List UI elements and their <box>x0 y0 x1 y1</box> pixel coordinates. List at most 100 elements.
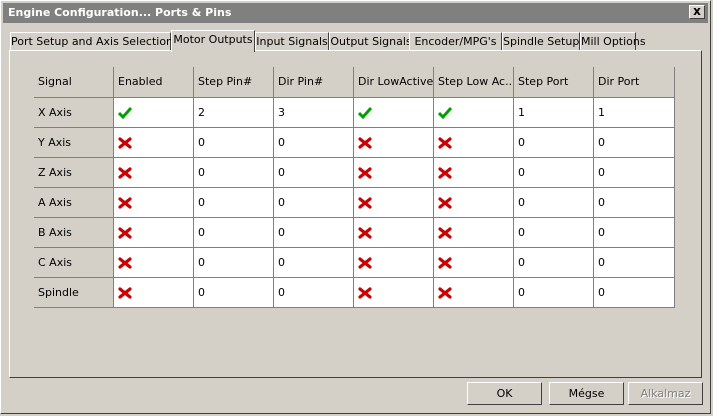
cell-step-pin[interactable]: 0 <box>194 248 274 278</box>
red-x-icon <box>438 191 452 209</box>
close-button[interactable]: x <box>689 5 705 19</box>
cell-dir-port[interactable]: 0 <box>594 218 675 248</box>
cell-step-low-active[interactable] <box>434 278 514 308</box>
row-signal-label: Z Axis <box>34 158 114 188</box>
tab-output-signals[interactable]: Output Signals <box>329 32 413 51</box>
ok-button[interactable]: OK <box>467 382 542 405</box>
red-x-icon <box>438 221 452 239</box>
cell-step-port[interactable]: 0 <box>514 188 594 218</box>
cell-step-low-active[interactable] <box>434 128 514 158</box>
cell-enabled[interactable] <box>114 98 194 128</box>
red-x-icon <box>118 281 132 299</box>
cell-dir-port[interactable]: 0 <box>594 128 675 158</box>
close-icon: x <box>693 4 701 18</box>
motor-outputs-table: Signal Enabled Step Pin# Dir Pin# Dir LowAct… <box>34 67 675 308</box>
cell-dir-pin[interactable]: 0 <box>274 158 354 188</box>
cell-enabled[interactable] <box>114 218 194 248</box>
cell-step-pin[interactable]: 0 <box>194 278 274 308</box>
column-header[interactable]: Step Low Ac... <box>434 67 514 98</box>
red-x-icon <box>118 191 132 209</box>
column-header[interactable]: Signal <box>34 67 114 98</box>
tab-motor-outputs[interactable]: Motor Outputs <box>171 30 255 52</box>
row-signal-label: X Axis <box>34 98 114 128</box>
cancel-button[interactable]: Mégse <box>549 382 624 405</box>
cell-enabled[interactable] <box>114 128 194 158</box>
tab-spindle-setup[interactable]: Spindle Setup <box>502 32 580 51</box>
cell-dir-pin[interactable]: 0 <box>274 218 354 248</box>
cell-dir-pin[interactable]: 0 <box>274 188 354 218</box>
column-header[interactable]: Enabled <box>114 67 194 98</box>
cell-dir-port[interactable]: 0 <box>594 278 675 308</box>
column-header[interactable]: Step Port <box>514 67 594 98</box>
cell-dir-port[interactable]: 0 <box>594 248 675 278</box>
cell-dir-low-active[interactable] <box>354 218 434 248</box>
cell-enabled[interactable] <box>114 158 194 188</box>
cell-dir-pin[interactable]: 0 <box>274 248 354 278</box>
cell-dir-low-active[interactable] <box>354 188 434 218</box>
row-signal-label: Y Axis <box>34 128 114 158</box>
cell-step-port[interactable]: 1 <box>514 98 594 128</box>
red-x-icon <box>118 251 132 269</box>
cell-dir-low-active[interactable] <box>354 98 434 128</box>
red-x-icon <box>438 131 452 149</box>
green-checkmark-icon <box>357 101 373 120</box>
tab-port-setup-and-axis-selection[interactable]: Port Setup and Axis Selection <box>10 32 173 51</box>
red-x-icon <box>358 281 372 299</box>
cell-step-low-active[interactable] <box>434 248 514 278</box>
cell-step-port[interactable]: 0 <box>514 218 594 248</box>
column-header[interactable]: Dir Pin# <box>274 67 354 98</box>
tab-input-signals[interactable]: Input Signals <box>255 32 329 51</box>
cell-dir-low-active[interactable] <box>354 128 434 158</box>
cell-step-port[interactable]: 0 <box>514 278 594 308</box>
red-x-icon <box>118 131 132 149</box>
cell-enabled[interactable] <box>114 188 194 218</box>
red-x-icon <box>358 131 372 149</box>
column-header[interactable]: Dir Port <box>594 67 675 98</box>
cell-enabled[interactable] <box>114 248 194 278</box>
red-x-icon <box>118 161 132 179</box>
cell-step-pin[interactable]: 2 <box>194 98 274 128</box>
cell-step-pin[interactable]: 0 <box>194 158 274 188</box>
window-title: Engine Configuration... Ports & Pins <box>8 6 232 19</box>
cell-dir-pin[interactable]: 0 <box>274 128 354 158</box>
row-signal-label: A Axis <box>34 188 114 218</box>
tab-encoder-mpg-s[interactable]: Encoder/MPG's <box>409 32 502 51</box>
cell-dir-pin[interactable]: 3 <box>274 98 354 128</box>
green-checkmark-icon <box>437 101 453 120</box>
red-x-icon <box>118 221 132 239</box>
cell-step-port[interactable]: 0 <box>514 158 594 188</box>
row-signal-label: C Axis <box>34 248 114 278</box>
cell-dir-pin[interactable]: 0 <box>274 278 354 308</box>
red-x-icon <box>358 221 372 239</box>
cell-step-low-active[interactable] <box>434 188 514 218</box>
cell-step-low-active[interactable] <box>434 218 514 248</box>
cell-step-pin[interactable]: 0 <box>194 188 274 218</box>
red-x-icon <box>358 161 372 179</box>
red-x-icon <box>438 251 452 269</box>
cell-step-pin[interactable]: 0 <box>194 218 274 248</box>
cell-step-port[interactable]: 0 <box>514 128 594 158</box>
cell-dir-port[interactable]: 0 <box>594 188 675 218</box>
row-signal-label: Spindle <box>34 278 114 308</box>
red-x-icon <box>438 281 452 299</box>
cell-dir-low-active[interactable] <box>354 278 434 308</box>
cell-dir-port[interactable]: 1 <box>594 98 675 128</box>
red-x-icon <box>438 161 452 179</box>
cell-dir-low-active[interactable] <box>354 158 434 188</box>
column-header[interactable]: Dir LowActive <box>354 67 434 98</box>
row-signal-label: B Axis <box>34 218 114 248</box>
red-x-icon <box>358 191 372 209</box>
cell-step-low-active[interactable] <box>434 158 514 188</box>
cell-step-low-active[interactable] <box>434 98 514 128</box>
green-checkmark-icon <box>117 101 133 120</box>
tab-mill-options[interactable]: Mill Options <box>580 32 646 51</box>
cell-step-port[interactable]: 0 <box>514 248 594 278</box>
cell-enabled[interactable] <box>114 278 194 308</box>
column-header[interactable]: Step Pin# <box>194 67 274 98</box>
title-bar[interactable]: Engine Configuration... Ports & Pins x <box>3 3 708 23</box>
cell-dir-low-active[interactable] <box>354 248 434 278</box>
cell-dir-port[interactable]: 0 <box>594 158 675 188</box>
red-x-icon <box>358 251 372 269</box>
cell-step-pin[interactable]: 0 <box>194 128 274 158</box>
apply-button[interactable]: Alkalmaz <box>628 382 703 405</box>
